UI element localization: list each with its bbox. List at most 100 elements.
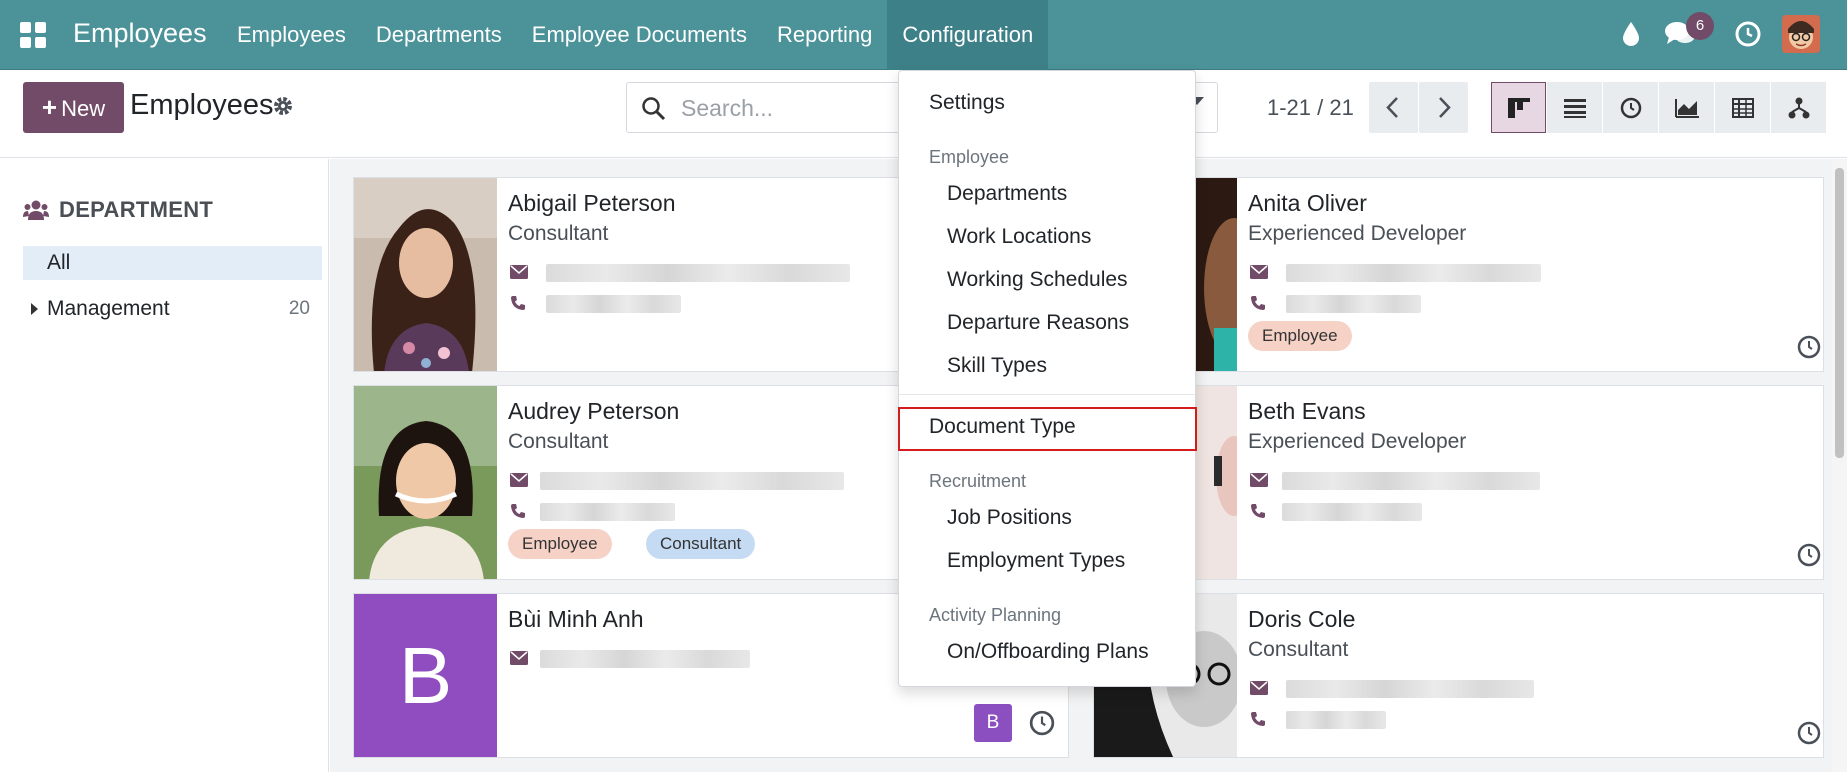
- section-header-employee: Employee: [929, 147, 1010, 167]
- redacted-phone: [1286, 295, 1421, 313]
- user-avatar[interactable]: [1782, 15, 1820, 53]
- hierarchy-view-icon: [1788, 97, 1809, 118]
- plus-icon: +: [41, 92, 58, 122]
- redacted-email: [540, 650, 750, 668]
- employee-job-title: Consultant: [508, 222, 609, 245]
- top-navbar: Employees Employees Departments Employee…: [0, 0, 1847, 70]
- menu-departments[interactable]: Departments: [361, 0, 517, 70]
- tag-employee: Employee: [1248, 321, 1352, 351]
- droplet-icon[interactable]: [1620, 20, 1642, 48]
- chevron-right-icon: [1439, 97, 1451, 118]
- new-button[interactable]: + New: [23, 82, 124, 133]
- redacted-email: [1282, 472, 1540, 490]
- employee-job-title: Experienced Developer: [1248, 222, 1467, 245]
- envelope-icon: [510, 265, 528, 279]
- expand-caret-icon[interactable]: [31, 303, 38, 315]
- main-menu: Employees Departments Employee Documents…: [222, 0, 1049, 70]
- configuration-dropdown: Settings Employee Departments Work Locat…: [898, 70, 1197, 687]
- menu-item-onoffboarding-plans[interactable]: On/Offboarding Plans: [947, 640, 1149, 664]
- menu-reporting[interactable]: Reporting: [762, 0, 887, 70]
- employee-job-title: Consultant: [508, 430, 609, 453]
- redacted-phone: [1282, 503, 1422, 521]
- employee-photo: [354, 178, 497, 371]
- envelope-icon: [510, 651, 528, 665]
- redacted-email: [1286, 680, 1534, 698]
- menu-item-departments[interactable]: Departments: [947, 182, 1067, 206]
- employee-card[interactable]: Doris Cole Consultant: [1093, 593, 1824, 758]
- menu-item-work-locations[interactable]: Work Locations: [947, 225, 1091, 249]
- envelope-icon: [1250, 473, 1268, 487]
- phone-icon: [511, 504, 525, 518]
- menu-item-skill-types[interactable]: Skill Types: [947, 354, 1047, 378]
- phone-icon: [511, 296, 525, 310]
- redacted-phone: [1286, 711, 1386, 729]
- pager-next-button[interactable]: [1419, 82, 1468, 133]
- scrollbar-thumb[interactable]: [1835, 168, 1844, 458]
- section-header-recruitment: Recruitment: [929, 471, 1027, 491]
- kanban-view-icon: [1507, 97, 1530, 118]
- section-header-activity-planning: Activity Planning: [929, 605, 1062, 625]
- department-header: DEPARTMENT: [23, 197, 213, 223]
- manager-avatar[interactable]: B: [974, 704, 1012, 742]
- employee-initial-avatar: B: [354, 594, 497, 757]
- pivot-view-icon: [1731, 97, 1754, 118]
- app-brand[interactable]: Employees: [73, 18, 207, 49]
- employee-name: Anita Oliver: [1248, 190, 1367, 216]
- department-header-label: DEPARTMENT: [59, 197, 214, 222]
- redacted-email: [540, 472, 844, 490]
- menu-divider: [899, 394, 1195, 395]
- sidebar-item-count: 20: [288, 298, 310, 319]
- users-icon: [23, 200, 49, 220]
- activity-view-button[interactable]: [1603, 82, 1658, 133]
- page-title: Employees: [130, 89, 274, 121]
- employee-card[interactable]: Anita Oliver Experienced Developer Emplo…: [1093, 177, 1824, 372]
- hierarchy-view-button[interactable]: [1771, 82, 1826, 133]
- phone-icon: [1251, 504, 1265, 518]
- kanban-view-button[interactable]: [1491, 82, 1546, 133]
- menu-item-employment-types[interactable]: Employment Types: [947, 549, 1125, 573]
- activity-clock-icon[interactable]: [1797, 335, 1821, 359]
- department-sidebar: DEPARTMENT All Management 20: [0, 159, 329, 772]
- menu-item-working-schedules[interactable]: Working Schedules: [947, 268, 1128, 292]
- tag-consultant: Consultant: [646, 529, 756, 559]
- menu-configuration[interactable]: Configuration: [887, 0, 1049, 70]
- search-input[interactable]: [681, 91, 921, 125]
- sidebar-item-label: Management: [47, 297, 170, 320]
- employee-name: Audrey Peterson: [508, 398, 680, 424]
- menu-employees[interactable]: Employees: [222, 0, 361, 70]
- list-view-button[interactable]: [1547, 82, 1602, 133]
- employee-name: Abigail Peterson: [508, 190, 676, 216]
- activity-clock-icon[interactable]: [1029, 710, 1055, 736]
- menu-item-settings[interactable]: Settings: [929, 91, 1005, 115]
- redacted-phone: [540, 503, 675, 521]
- sidebar-item-all[interactable]: All: [23, 246, 322, 280]
- graph-view-button[interactable]: [1659, 82, 1714, 133]
- apps-grid-icon[interactable]: [20, 22, 46, 48]
- employee-job-title: Consultant: [1248, 638, 1349, 661]
- phone-icon: [1251, 296, 1265, 310]
- employee-name: Doris Cole: [1248, 606, 1356, 632]
- pager-value[interactable]: 1-21 / 21: [1267, 95, 1354, 121]
- phone-icon: [1251, 712, 1265, 726]
- envelope-icon: [1250, 681, 1268, 695]
- activity-clock-icon[interactable]: [1797, 721, 1821, 745]
- redacted-email: [1286, 264, 1541, 282]
- envelope-icon: [1250, 265, 1268, 279]
- menu-item-job-positions[interactable]: Job Positions: [947, 506, 1072, 530]
- list-view-icon: [1563, 98, 1586, 118]
- menu-item-departure-reasons[interactable]: Departure Reasons: [947, 311, 1129, 335]
- activity-clock-icon[interactable]: [1797, 543, 1821, 567]
- pivot-view-button[interactable]: [1715, 82, 1770, 133]
- menu-item-document-type[interactable]: Document Type: [929, 415, 1076, 439]
- clock-icon[interactable]: [1735, 21, 1761, 47]
- menu-employee-documents[interactable]: Employee Documents: [517, 0, 762, 70]
- employee-name: Beth Evans: [1248, 398, 1366, 424]
- employee-job-title: Experienced Developer: [1248, 430, 1467, 453]
- pager-previous-button[interactable]: [1369, 82, 1418, 133]
- employee-card[interactable]: Beth Evans Experienced Developer: [1093, 385, 1824, 580]
- sidebar-item-management[interactable]: Management 20: [23, 294, 322, 324]
- redacted-email: [546, 264, 850, 282]
- view-switcher: [1491, 82, 1827, 133]
- gear-icon[interactable]: [272, 95, 294, 117]
- employee-name: Bùi Minh Anh: [508, 606, 644, 632]
